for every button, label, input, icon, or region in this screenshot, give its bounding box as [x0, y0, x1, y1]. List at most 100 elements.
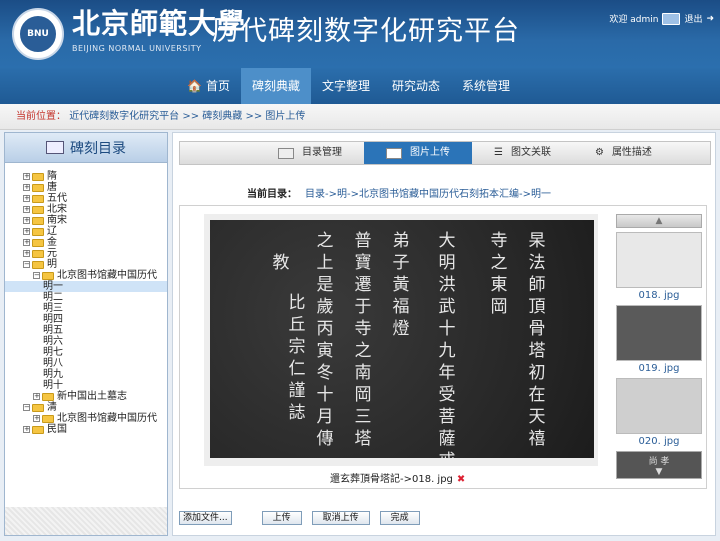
tree-node[interactable]: + 唐 [5, 182, 167, 193]
tree-node[interactable]: + 元 [5, 248, 167, 259]
nav-research[interactable]: 研究动态 [381, 68, 451, 104]
thumbnail-strip: ▲ 018. jpg 019. jpg 020. jpg 尚 孝 ▼ [616, 214, 702, 482]
image-viewer: 杲法師頂骨塔初在天禧 寺之東岡 大明洪武十九年受菩薩戒 弟子黃福燈 普寶遷于寺之南岡三塔… [179, 205, 707, 489]
tree-node[interactable]: + 南宋 [5, 215, 167, 226]
tree-leaf[interactable]: 明十 [5, 380, 167, 391]
tab-upload[interactable]: 图片上传 [364, 142, 472, 164]
expand-toggle-icon[interactable]: − [23, 261, 30, 268]
rubbing-text-column: 普寶遷于寺之南岡三塔 [354, 231, 372, 449]
tree-node[interactable]: − 清 [5, 402, 167, 413]
done-button[interactable]: 完成 [379, 511, 420, 525]
add-file-button[interactable]: 添加文件... [179, 511, 232, 525]
tree-node[interactable]: + 北京图书馆藏中国历代 [5, 413, 167, 424]
thumbnail[interactable]: 020. jpg [616, 378, 702, 447]
thumbnail[interactable]: 019. jpg [616, 305, 702, 374]
page-header: BNU 北京師範大學 BEIJING NORMAL UNIVERSITY 历代碑… [0, 0, 720, 68]
tree-node-label: 北京图书馆藏中国历代 [57, 270, 157, 281]
thumbnail-image[interactable] [616, 378, 702, 434]
expand-toggle-icon[interactable]: + [23, 195, 30, 202]
gear-icon: ⚙ [594, 147, 604, 158]
tab-attributes-label: 属性描述 [611, 147, 652, 158]
tree-node[interactable]: + 北宋 [5, 204, 167, 215]
tab-link-label: 图文关联 [510, 147, 551, 158]
expand-toggle-icon[interactable]: + [23, 426, 30, 433]
tree-node[interactable]: + 五代 [5, 193, 167, 204]
delete-icon[interactable]: ✖ [457, 474, 465, 485]
tree-node-label: 清 [47, 402, 57, 413]
breadcrumb-label: 当前位置： [16, 111, 66, 122]
rubbing-text-column: 之上是歲丙寅冬十月傳 [316, 231, 334, 449]
main-panel: 目录管理 图片上传 ☰ 图文关联 ⚙ 属性描述 当前目录： 目录->明->北京图书馆藏… [172, 132, 716, 536]
current-dir-path[interactable]: 目录->明->北京图书馆藏中国历代石刻拓本汇编->明一 [305, 189, 551, 200]
tree-node[interactable]: − 北京图书馆藏中国历代 [5, 270, 167, 281]
folder-icon [42, 414, 54, 423]
expand-toggle-icon[interactable]: + [33, 415, 40, 422]
thumbnail-filename[interactable]: 020. jpg [616, 436, 702, 447]
tree-leaf[interactable]: 明二 [5, 292, 167, 303]
nav-text[interactable]: 文字整理 [311, 68, 381, 104]
thumbnail-filename[interactable]: 019. jpg [616, 363, 702, 374]
user-icon[interactable] [662, 12, 681, 25]
tree-node-label: 元 [47, 248, 57, 259]
scroll-up-icon[interactable]: ▲ [616, 214, 702, 228]
expand-toggle-icon[interactable]: + [23, 228, 30, 235]
expand-toggle-icon[interactable]: + [33, 393, 40, 400]
folder-icon [32, 403, 44, 412]
expand-toggle-icon[interactable]: + [23, 217, 30, 224]
tab-attributes[interactable]: ⚙ 属性描述 [573, 142, 674, 164]
folder-icon [32, 425, 44, 434]
thumbnail-image[interactable] [616, 232, 702, 288]
tree-node[interactable]: + 金 [5, 237, 167, 248]
tree-leaf[interactable]: 明七 [5, 347, 167, 358]
breadcrumb: 当前位置： 近代碑刻数字化研究平台 >> 碑刻典藏 >> 图片上传 [0, 104, 720, 130]
expand-toggle-icon[interactable]: − [33, 272, 40, 279]
tree-node[interactable]: + 辽 [5, 226, 167, 237]
tree-node-label: 明 [47, 259, 57, 270]
rubbing-text-column: 教 [272, 253, 290, 273]
folder-icon [32, 260, 44, 269]
nav-home[interactable]: 🏠 首页 [176, 68, 241, 104]
expand-toggle-icon[interactable]: − [23, 404, 30, 411]
cancel-upload-button[interactable]: 取消上传 [311, 511, 370, 525]
current-directory: 当前目录： 目录->明->北京图书馆藏中国历代石刻拓本汇编->明一 [247, 185, 551, 200]
upload-button[interactable]: 上传 [261, 511, 302, 525]
sidebar-footer [5, 507, 167, 535]
tree-leaf[interactable]: 明三 [5, 303, 167, 314]
expand-toggle-icon[interactable]: + [23, 250, 30, 257]
university-english-name: BEIJING NORMAL UNIVERSITY [72, 44, 202, 53]
tree-node-label: 新中国出土墓志 [57, 391, 127, 402]
thumbnail-filename[interactable]: 018. jpg [616, 290, 702, 301]
thumbnail[interactable]: 018. jpg [616, 232, 702, 301]
expand-toggle-icon[interactable]: + [23, 173, 30, 180]
expand-toggle-icon[interactable]: + [23, 184, 30, 191]
nav-collection[interactable]: 碑刻典藏 [240, 68, 311, 104]
tree-leaf[interactable]: 明八 [5, 358, 167, 369]
tree-node[interactable]: + 隋 [5, 171, 167, 182]
tab-catalog[interactable]: 目录管理 [256, 142, 364, 164]
expand-toggle-icon[interactable]: + [23, 206, 30, 213]
tab-upload-label: 图片上传 [410, 147, 450, 158]
breadcrumb-path[interactable]: 近代碑刻数字化研究平台 >> 碑刻典藏 >> 图片上传 [69, 111, 305, 122]
tree-leaf[interactable]: 明六 [5, 336, 167, 347]
logout-link[interactable]: 退出 [684, 12, 702, 25]
tab-link[interactable]: ☰ 图文关联 [472, 142, 573, 164]
expand-toggle-icon[interactable]: + [23, 239, 30, 246]
scroll-down-icon[interactable]: 尚 孝 ▼ [616, 451, 702, 479]
tree-node[interactable]: + 新中国出土墓志 [5, 391, 167, 402]
tree-leaf[interactable]: 明四 [5, 314, 167, 325]
tree-leaf[interactable]: 明九 [5, 369, 167, 380]
tree-node-label: 北京图书馆藏中国历代 [57, 413, 157, 424]
tree-leaf[interactable]: 明五 [5, 325, 167, 336]
tab-bar: 目录管理 图片上传 ☰ 图文关联 ⚙ 属性描述 [179, 141, 711, 165]
tab-catalog-label: 目录管理 [302, 147, 342, 158]
logout-arrow-icon[interactable]: ➜ [706, 14, 714, 24]
folder-icon [32, 183, 44, 192]
tree-node[interactable]: + 民国 [5, 424, 167, 435]
nav-admin[interactable]: 系统管理 [451, 68, 521, 104]
tree-leaf[interactable]: 明一 [5, 281, 167, 292]
nav-home-label: 首页 [205, 79, 230, 93]
folder-icon [32, 227, 44, 236]
rubbing-text-column: 弟子黃福燈 [392, 231, 410, 339]
tree-node[interactable]: − 明 [5, 259, 167, 270]
thumbnail-image[interactable] [616, 305, 702, 361]
